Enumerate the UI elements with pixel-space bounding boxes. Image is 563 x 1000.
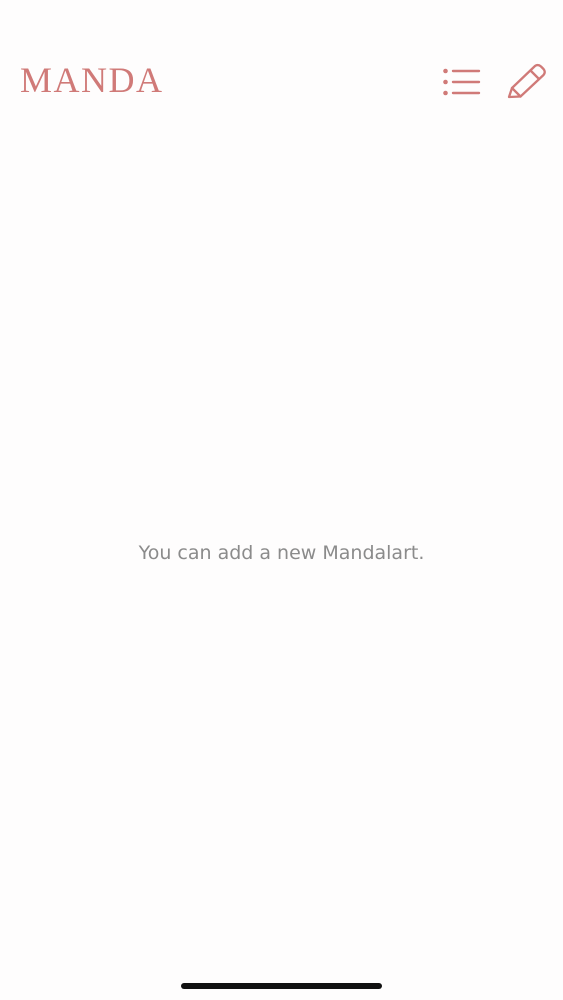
app-title: MANDA: [20, 60, 164, 100]
home-indicator[interactable]: [181, 983, 382, 989]
list-icon: [443, 68, 481, 96]
edit-button[interactable]: [504, 60, 548, 104]
pencil-icon: [507, 63, 546, 99]
list-button[interactable]: [440, 60, 484, 104]
empty-state-message: You can add a new Mandalart.: [138, 542, 425, 564]
header-bar: MANDA: [0, 0, 563, 140]
